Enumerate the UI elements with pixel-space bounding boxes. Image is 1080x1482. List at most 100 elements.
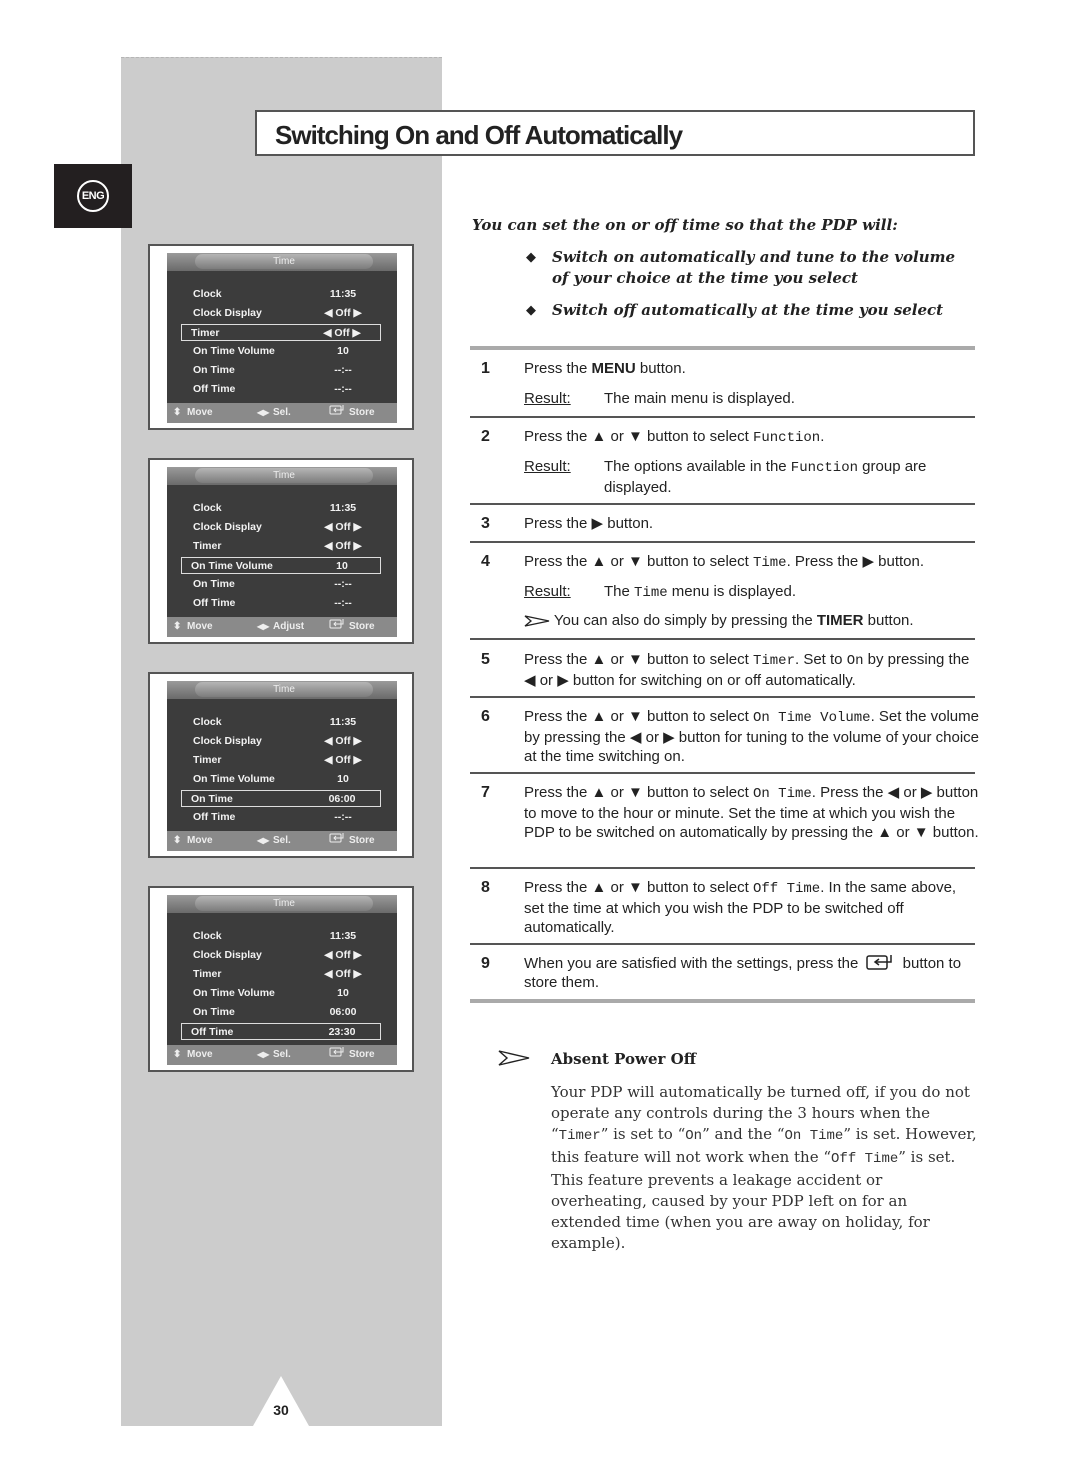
osd-row-label: Clock	[193, 930, 222, 942]
step-result: Result: The Time menu is displayed.	[524, 583, 797, 601]
osd-footer-store: Store	[349, 1049, 375, 1060]
osd-row-label: On Time Volume	[191, 560, 273, 572]
osd-row-label: Clock Display	[193, 949, 262, 961]
page-number: 30	[273, 1402, 289, 1418]
osd-row-label: Clock Display	[193, 521, 262, 533]
osd-footer: ⬍ Move ◀▶ Sel. Store	[167, 1045, 397, 1065]
diamond-bullet-icon: ◆	[526, 303, 536, 318]
osd-header: Time	[167, 467, 397, 485]
osd-row-label: On Time	[193, 578, 235, 590]
title-box: Switching On and Off Automatically	[255, 110, 975, 156]
osd-header: Time	[167, 681, 397, 699]
intro-bullet: ◆ Switch on automatically and tune to th…	[526, 248, 956, 287]
eng-icon: ENG	[77, 180, 109, 212]
intro-lead: You can set the on or off time so that t…	[472, 216, 898, 234]
osd-row-label: Off Time	[193, 597, 236, 609]
osd-menu-row: Timer ◀ Off ▶	[183, 966, 381, 983]
osd-footer-store: Store	[349, 835, 375, 846]
page-number-tab	[253, 1376, 309, 1426]
osd-menu-row: Timer ◀ Off ▶	[183, 752, 381, 769]
osd-menu-row: Clock 11:35	[183, 714, 381, 731]
osd-footer-move: Move	[187, 621, 213, 632]
osd-row-label: Clock Display	[193, 735, 262, 747]
osd-screenshot: Time Clock 11:35 Clock Display ◀ Off ▶ Timer ◀…	[148, 886, 414, 1072]
osd-row-label: Off Time	[191, 1026, 234, 1038]
osd-menu-row: Clock Display ◀ Off ▶	[183, 733, 381, 750]
osd-row-label: Off Time	[193, 811, 236, 823]
osd-footer-store: Store	[349, 621, 375, 632]
left-right-icon: ◀▶	[257, 1050, 270, 1059]
divider	[470, 696, 975, 698]
osd-menu-row: Clock 11:35	[183, 928, 381, 945]
osd-row-label: Timer	[193, 968, 222, 980]
osd-row-value: ◀ Off ▶	[324, 540, 362, 552]
osd-row-value: ◀ Off ▶	[324, 968, 362, 980]
osd-menu-row: Timer ◀ Off ▶	[181, 324, 381, 341]
divider	[470, 999, 975, 1003]
osd-row-value: 11:35	[329, 716, 357, 728]
osd-row-label: On Time	[193, 364, 235, 376]
osd-row-value: --:--	[334, 364, 352, 376]
step-note: You can also do simply by pressing the T…	[524, 611, 984, 630]
divider	[470, 503, 975, 505]
note-arrow-icon	[524, 615, 550, 627]
osd-row-label: Off Time	[193, 383, 236, 395]
osd-footer-move: Move	[187, 407, 213, 418]
divider	[470, 541, 975, 543]
osd-row-value: ◀ Off ▶	[324, 949, 362, 961]
note-heading: Absent Power Off	[551, 1050, 697, 1068]
note-body: Your PDP will automatically be turned of…	[551, 1083, 977, 1252]
osd-row-value: 11:35	[329, 930, 357, 942]
osd-menu-row: Off Time --:--	[183, 595, 381, 612]
osd-footer: ⬍ Move ◀▶ Sel. Store	[167, 403, 397, 423]
divider	[470, 772, 975, 774]
step-result: Result: The options available in the Fun…	[524, 458, 927, 496]
left-right-icon: ◀▶	[257, 836, 270, 845]
osd-menu-row: Clock 11:35	[183, 286, 381, 303]
osd-title: Time	[195, 682, 373, 697]
osd-row-label: On Time	[193, 1006, 235, 1018]
osd-menu-row: Off Time --:--	[183, 809, 381, 826]
osd-menu-row: Clock Display ◀ Off ▶	[183, 947, 381, 964]
left-right-icon: ◀▶	[257, 408, 270, 417]
osd-row-value: 11:35	[329, 502, 357, 514]
enter-icon	[329, 831, 345, 851]
osd-row-value: ◀ Off ▶	[324, 521, 362, 533]
osd-menu-row: Clock 11:35	[183, 500, 381, 517]
osd-row-label: Clock	[193, 502, 222, 514]
osd-row-value: ◀ Off ▶	[324, 754, 362, 766]
diamond-bullet-icon: ◆	[526, 250, 536, 265]
osd-footer-move: Move	[187, 1049, 213, 1060]
osd-menu: Time Clock 11:35 Clock Display ◀ Off ▶ Timer ◀…	[167, 467, 397, 637]
step-result: Result: The main menu is displayed.	[524, 390, 795, 407]
osd-row-value: 06:00	[329, 1006, 357, 1018]
osd-menu-row: On Time Volume 10	[183, 985, 381, 1002]
osd-menu-row: Off Time 23:30	[181, 1023, 381, 1040]
osd-row-value: --:--	[334, 597, 352, 609]
osd-row-label: On Time Volume	[193, 345, 275, 357]
osd-title: Time	[195, 254, 373, 269]
divider	[470, 638, 975, 640]
osd-row-label: Clock Display	[193, 307, 262, 319]
osd-header: Time	[167, 253, 397, 271]
osd-footer-store: Store	[349, 407, 375, 418]
osd-row-value: 06:00	[328, 793, 356, 805]
osd-row-label: On Time Volume	[193, 773, 275, 785]
osd-screenshot: Time Clock 11:35 Clock Display ◀ Off ▶ Timer ◀…	[148, 244, 414, 430]
osd-menu-row: On Time 06:00	[183, 1004, 381, 1021]
divider	[470, 867, 975, 869]
osd-footer: ⬍ Move ◀▶ Sel. Store	[167, 831, 397, 851]
osd-menu-row: On Time Volume 10	[181, 557, 381, 574]
osd-row-label: Timer	[193, 754, 222, 766]
osd-menu-row: On Time 06:00	[181, 790, 381, 807]
osd-menu-row: Off Time --:--	[183, 381, 381, 398]
osd-footer-middle: Sel.	[273, 835, 291, 846]
osd-row-value: 23:30	[328, 1026, 356, 1038]
left-right-icon: ◀▶	[257, 622, 270, 631]
osd-footer-move: Move	[187, 835, 213, 846]
osd-screenshot: Time Clock 11:35 Clock Display ◀ Off ▶ Timer ◀…	[148, 672, 414, 858]
osd-menu-row: Timer ◀ Off ▶	[183, 538, 381, 555]
osd-menu-row: On Time Volume 10	[183, 343, 381, 360]
enter-store-icon	[865, 955, 892, 970]
enter-icon	[329, 617, 345, 637]
